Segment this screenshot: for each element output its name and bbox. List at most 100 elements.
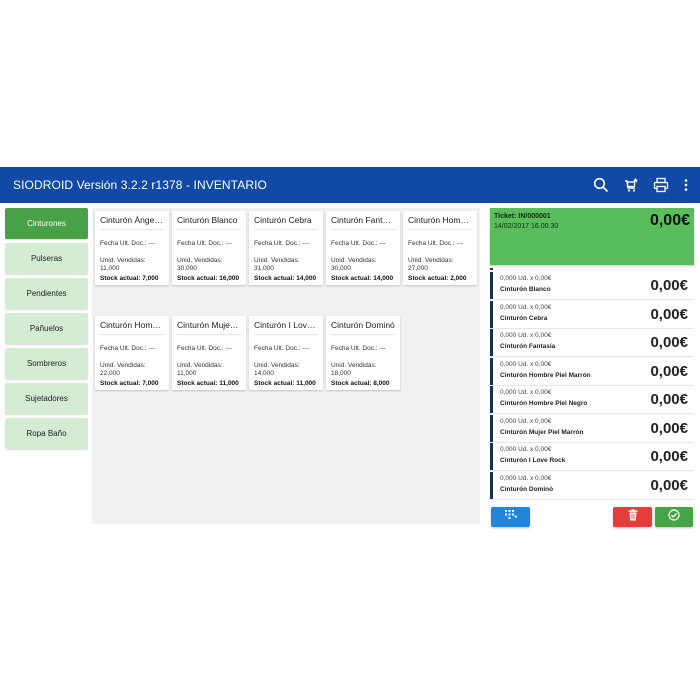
- ticket-line[interactable]: 0,000 Ud. x 0,00€ Cinturón Blanco 0,00€: [490, 272, 694, 299]
- product-stock: Stock actual: 7,000: [100, 275, 159, 282]
- line-quantity: 0,000 Ud. x 0,00€: [500, 474, 552, 482]
- product-card[interactable]: Cinturón Dominó Fecha Ult. Doc.: --- Uni…: [326, 316, 400, 390]
- product-last-doc-date: Fecha Ult. Doc.: ---: [408, 240, 463, 247]
- product-card[interactable]: Cinturón I Love Rock Fecha Ult. Doc.: --…: [249, 316, 323, 390]
- product-name: Cinturón Mujer Piel Marrón: [177, 320, 241, 335]
- product-stock: Stock actual: 14,000: [254, 275, 317, 282]
- category-label: Pulseras: [30, 254, 63, 263]
- line-product-name: Cinturón I Love Rock: [500, 457, 566, 464]
- product-card[interactable]: Cinturón Hombre Piel Negro Fecha Ult. Do…: [95, 316, 169, 390]
- units-sold-label: Unid. Vendidas:: [100, 257, 146, 264]
- category-label: Sombreros: [26, 359, 67, 368]
- product-name: Cinturón Ángeles: [100, 215, 164, 230]
- line-quantity: 0,000 Ud. x 0,00€: [500, 360, 552, 368]
- product-name: Cinturón Dominó: [331, 320, 395, 335]
- units-sold-value: 18,000: [331, 370, 351, 377]
- line-product-name: Cinturón Mujer Piel Marrón: [500, 428, 584, 436]
- line-product-name: Cinturón Blanco: [500, 286, 551, 293]
- units-sold-value: 22,000: [100, 370, 120, 377]
- ticket-total: 0,00€: [649, 212, 690, 229]
- category-sujetadores[interactable]: Sujetadores: [5, 383, 88, 414]
- category-pendientes[interactable]: Pendientes: [5, 278, 88, 309]
- units-sold-value: 31,000: [254, 265, 274, 272]
- line-quantity: 0,000 Ud. x 0,00€: [500, 417, 552, 425]
- category-panuelos[interactable]: Pañuelos: [5, 313, 88, 344]
- trash-icon: [628, 508, 638, 526]
- product-card[interactable]: Cinturón Fantasía Fecha Ult. Doc.: --- U…: [326, 211, 400, 285]
- product-stock: Stock actual: 11,000: [254, 380, 316, 387]
- ticket-line-partial: [490, 268, 694, 270]
- product-card[interactable]: Cinturón Blanco Fecha Ult. Doc.: --- Uni…: [172, 211, 246, 285]
- ticket-line[interactable]: 0,000 Ud. x 0,00€ Cinturón Mujer Piel Ma…: [490, 414, 694, 442]
- units-sold-label: Unid. Vendidas:: [254, 362, 300, 369]
- delete-button[interactable]: [613, 507, 652, 527]
- product-card[interactable]: Cinturón Mujer Piel Marrón Fecha Ult. Do…: [172, 316, 246, 390]
- category-sidebar: Cinturones Pulseras Pendientes Pañuelos …: [5, 208, 88, 453]
- confirm-button[interactable]: [655, 507, 693, 527]
- line-price: 0,00€: [650, 305, 688, 323]
- category-pulseras[interactable]: Pulseras: [5, 243, 88, 274]
- product-last-doc-date: Fecha Ult. Doc.: ---: [177, 345, 232, 352]
- ticket-line[interactable]: 0,000 Ud. x 0,00€ Cinturón Dominó 0,00€: [490, 471, 694, 499]
- product-stock: Stock actual: 16,000: [177, 275, 240, 282]
- ticket-date: 14/02/2017 16.00.30: [494, 223, 559, 230]
- ticket-line[interactable]: 0,000 Ud. x 0,00€ Cinturón I Love Rock 0…: [490, 443, 694, 470]
- ticket-line[interactable]: 0,000 Ud. x 0,00€ Cinturón Hombre Piel N…: [490, 386, 694, 413]
- units-sold-value: 30,000: [177, 265, 197, 272]
- category-ropa-bano[interactable]: Ropa Baño: [5, 418, 88, 449]
- print-icon[interactable]: [652, 176, 670, 194]
- line-price: 0,00€: [650, 448, 688, 465]
- units-sold-label: Unid. Vendidas:: [100, 362, 146, 369]
- ticket-lines[interactable]: 0,000 Ud. x 0,00€ Cinturón Blanco 0,00€ …: [490, 268, 694, 500]
- product-card[interactable]: Cinturón Hombre Piel Marrón Fecha Ult. D…: [403, 211, 477, 285]
- units-sold-value: 11,000: [100, 265, 120, 272]
- line-price: 0,00€: [650, 391, 688, 408]
- category-label: Ropa Baño: [26, 429, 67, 438]
- product-name: Cinturón I Love Rock: [254, 320, 318, 335]
- product-last-doc-date: Fecha Ult. Doc.: ---: [254, 345, 309, 352]
- product-card[interactable]: Cinturón Ángeles Fecha Ult. Doc.: --- Un…: [95, 211, 169, 285]
- more-vert-icon[interactable]: [682, 176, 690, 194]
- line-price: 0,00€: [650, 362, 688, 380]
- ticket-line[interactable]: 0,000 Ud. x 0,00€ Cinturón Cebra 0,00€: [490, 300, 694, 328]
- units-sold-value: 14,000: [254, 370, 274, 377]
- product-stock: Stock actual: 7,000: [100, 380, 159, 387]
- line-product-name: Cinturón Fantasía: [500, 343, 556, 350]
- line-price: 0,00€: [650, 476, 688, 494]
- app-title: SIODROID Versión 3.2.2 r1378 - INVENTARI…: [13, 178, 267, 192]
- units-sold-label: Unid. Vendidas:: [408, 257, 454, 264]
- units-sold-label: Unid. Vendidas:: [177, 362, 223, 369]
- product-name: Cinturón Cebra: [254, 215, 318, 230]
- keypad-button[interactable]: [491, 507, 530, 527]
- keypad-icon: [504, 508, 518, 526]
- cart-star-icon[interactable]: [622, 176, 640, 194]
- product-name: Cinturón Blanco: [177, 215, 241, 230]
- units-sold-value: 27,000: [408, 265, 428, 272]
- line-product-name: Cinturón Dominó: [500, 485, 554, 493]
- ticket-line[interactable]: 0,000 Ud. x 0,00€ Cinturón Fantasía 0,00…: [490, 329, 694, 356]
- product-last-doc-date: Fecha Ult. Doc.: ---: [331, 345, 386, 352]
- product-last-doc-date: Fecha Ult. Doc.: ---: [254, 240, 309, 247]
- search-icon[interactable]: [592, 176, 610, 194]
- product-name: Cinturón Hombre Piel Negro: [100, 320, 164, 335]
- category-cinturones[interactable]: Cinturones: [5, 208, 88, 239]
- category-label: Pendientes: [26, 289, 67, 298]
- line-price: 0,00€: [650, 334, 688, 351]
- product-last-doc-date: Fecha Ult. Doc.: ---: [100, 345, 155, 352]
- units-sold-value: 30,000: [331, 265, 351, 272]
- units-sold-label: Unid. Vendidas:: [177, 257, 223, 264]
- product-last-doc-date: Fecha Ult. Doc.: ---: [331, 240, 386, 247]
- category-label: Cinturones: [27, 219, 66, 228]
- line-quantity: 0,000 Ud. x 0,00€: [500, 332, 552, 339]
- product-name: Cinturón Fantasía: [331, 215, 395, 230]
- ticket-line[interactable]: 0,000 Ud. x 0,00€ Cinturón Hombre Piel M…: [490, 357, 694, 385]
- app-bar: SIODROID Versión 3.2.2 r1378 - INVENTARI…: [0, 167, 700, 203]
- category-sombreros[interactable]: Sombreros: [5, 348, 88, 379]
- units-sold-label: Unid. Vendidas:: [331, 257, 377, 264]
- ticket-number: Ticket: IN/000001: [494, 213, 551, 220]
- line-quantity: 0,000 Ud. x 0,00€: [500, 446, 552, 453]
- product-name: Cinturón Hombre Piel Marrón: [408, 215, 472, 230]
- line-product-name: Cinturón Hombre Piel Negro: [500, 400, 588, 407]
- product-card[interactable]: Cinturón Cebra Fecha Ult. Doc.: --- Unid…: [249, 211, 323, 285]
- units-sold-value: 11,000: [177, 370, 197, 377]
